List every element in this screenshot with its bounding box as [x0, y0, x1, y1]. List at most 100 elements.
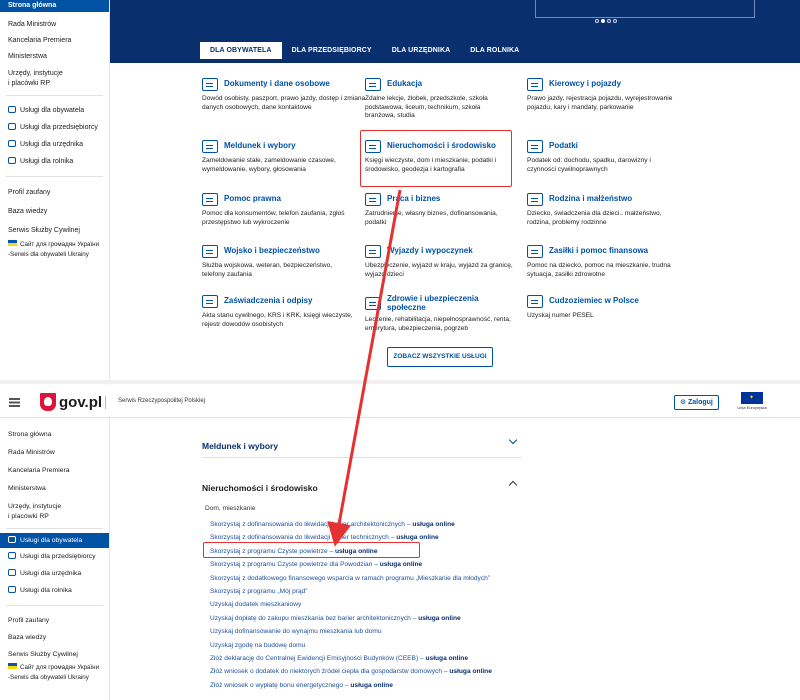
sidebar-item-ukraine-pl[interactable]: -Serwis dla obywateli Ukrainy — [0, 250, 109, 260]
sidebar-item-offices-2[interactable]: i placówki RP — [0, 79, 109, 89]
carousel-dots — [594, 10, 618, 28]
category-certificates[interactable]: Zaświadczenia i odpisy Akta stanu cywilne… — [202, 295, 362, 329]
service-link[interactable]: Skorzystaj z dofinansowania do likwidacj… — [210, 518, 530, 531]
service-link[interactable]: Złóż deklarację do Centralnej Ewidencji … — [210, 652, 530, 665]
category-family[interactable]: Rodzina i małżeństwo Dziecko, świadczenia… — [527, 193, 677, 227]
sidebar-item-official[interactable]: Usługi dla urzędnika — [0, 565, 109, 582]
sidebar-item-official[interactable]: Usługi dla urzędnika — [0, 136, 109, 153]
tractor-icon — [8, 586, 16, 593]
hero-slide-card — [535, 0, 755, 18]
sidebar-item-civil-service[interactable]: Serwis Służby Cywilnej — [0, 646, 109, 663]
sidebar-item-civil-service[interactable]: Serwis Służby Cywilnej — [0, 221, 109, 240]
sidebar-item-chancellery[interactable]: Kancelaria Premiera — [0, 462, 109, 480]
online-badge: usługa online — [425, 655, 469, 663]
shield-icon — [202, 245, 218, 258]
group-label-home: Dom, mieszkanie — [205, 505, 256, 512]
sidebar-item-trusted-profile[interactable]: Profil zaufany — [0, 612, 109, 629]
category-taxes[interactable]: Podatki Podatek od: dochodu, spadku, daro… — [527, 140, 677, 174]
category-foreigner[interactable]: Cudzoziemiec w Polsce Uzyskaj numer PESEL — [527, 295, 677, 321]
sidebar-item-offices-1[interactable]: Urzędy, instytucje — [0, 502, 109, 512]
building-icon — [8, 140, 16, 147]
scales-icon — [202, 193, 218, 206]
top-screenshot: Strona główna Rada Ministrów Kancelaria … — [0, 0, 800, 385]
rings-icon — [527, 193, 543, 206]
building-icon — [8, 569, 16, 576]
sidebar-divider — [6, 605, 103, 606]
carousel-dot-active[interactable] — [601, 19, 605, 23]
briefcase-icon — [8, 123, 16, 130]
service-link[interactable]: Złóż wniosek o dodatek do niektórych źró… — [210, 665, 530, 678]
accordion-real-estate[interactable]: Nieruchomości i środowisko — [202, 478, 522, 496]
online-badge: usługa online — [418, 614, 461, 622]
carousel-dot[interactable] — [613, 19, 617, 23]
sidebar-item-trusted-profile[interactable]: Profil zaufany — [0, 183, 109, 202]
graduation-cap-icon — [365, 78, 381, 91]
sidebar-item-home[interactable]: Strona główna — [0, 426, 109, 444]
tab-farmer[interactable]: DLA ROLNIKA — [460, 42, 529, 59]
sidebar-item-farmer[interactable]: Usługi dla rolnika — [0, 582, 109, 599]
carousel-dot[interactable] — [595, 19, 599, 23]
category-registration[interactable]: Meldunek i wybory Zameldowanie stałe, zam… — [202, 140, 362, 174]
tab-official[interactable]: DLA URZĘDNIKA — [382, 42, 461, 59]
sidebar-item-business[interactable]: Usługi dla przedsiębiorcy — [0, 119, 109, 136]
category-work[interactable]: Praca i biznes Zatrudnienie, własny bizne… — [365, 193, 515, 227]
category-travel[interactable]: Wyjazdy i wypoczynek Ubezpieczenie, wyjaz… — [365, 245, 515, 279]
sidebar-item-ukraine-pl[interactable]: -Serwis dla obywateli Ukrainy — [0, 673, 109, 683]
sidebar-item-ukraine[interactable]: Сайт для громадян України — [0, 663, 109, 673]
service-link[interactable]: Skorzystaj z dodatkowego finansowego wsp… — [210, 572, 530, 585]
eu-flag-icon — [741, 392, 763, 404]
tab-business[interactable]: DLA PRZEDSIĘBIORCY — [282, 42, 382, 59]
briefcase-icon — [8, 552, 16, 559]
sidebar-item-home[interactable]: Strona główna — [0, 0, 109, 12]
sidebar-item-business[interactable]: Usługi dla przedsiębiorcy — [0, 548, 109, 565]
sidebar-item-offices-1[interactable]: Urzędy, instytucje — [0, 69, 109, 79]
sidebar-divider — [6, 176, 103, 177]
online-badge: usługa online — [396, 534, 439, 542]
accordion-title: Meldunek i wybory — [202, 441, 279, 451]
service-link[interactable]: Skorzystaj z programu Czyste powietrze d… — [210, 558, 530, 571]
user-icon — [8, 106, 16, 113]
service-link[interactable]: Uzyskaj dofinansowanie do wynajmu mieszk… — [210, 625, 530, 638]
service-link[interactable]: Uzyskaj zgodę na budowę domu — [210, 639, 530, 652]
service-link[interactable]: Złóż wniosek o wypłatę bonu energetyczne… — [210, 679, 530, 692]
sidebar-item-ministries[interactable]: Ministerstwa — [0, 49, 109, 65]
category-benefits[interactable]: Zasiłki i pomoc finansowa Pomoc na dzieck… — [527, 245, 677, 279]
category-legal-aid[interactable]: Pomoc prawna Pomoc dla konsumentów, telef… — [202, 193, 362, 227]
online-badge: usługa online — [350, 681, 393, 689]
sidebar-item-offices-2[interactable]: i placówki RP — [0, 512, 109, 522]
sidebar-item-citizen-active[interactable]: Usługi dla obywatela — [0, 533, 109, 548]
site-logo[interactable]: gov.pl — [59, 394, 102, 411]
category-health[interactable]: Zdrowie i ubezpieczenia społeczne Leczeni… — [365, 294, 515, 333]
sidebar-item-knowledge-base[interactable]: Baza wiedzy — [0, 202, 109, 221]
sidebar-divider — [6, 528, 103, 529]
suitcase-icon — [365, 245, 381, 258]
sidebar-item-ukraine[interactable]: Сайт для громадян України — [0, 240, 109, 250]
ballot-icon — [202, 140, 218, 153]
tab-citizen[interactable]: DLA OBYWATELA — [200, 42, 282, 59]
service-link[interactable]: Uzyskaj dopłatę do zakupu mieszkania bez… — [210, 612, 530, 625]
category-documents[interactable]: Dokumenty i dane osobowe Dowód osobisty, … — [202, 78, 377, 112]
sidebar-item-knowledge-base[interactable]: Baza wiedzy — [0, 629, 109, 646]
menu-icon[interactable] — [9, 398, 20, 400]
separator-dash: – — [418, 655, 426, 663]
chevron-down-icon — [508, 435, 518, 445]
category-education[interactable]: Edukacja Zdalne lekcje, żłobek, przedszko… — [365, 78, 505, 121]
service-link[interactable]: Uzyskaj dodatek mieszkaniowy — [210, 598, 530, 611]
carousel-dot[interactable] — [607, 19, 611, 23]
sidebar-item-council[interactable]: Rada Ministrów — [0, 17, 109, 33]
certificate-icon — [202, 295, 218, 308]
sidebar-item-citizen[interactable]: Usługi dla obywatela — [0, 102, 109, 119]
car-icon — [527, 78, 543, 91]
category-drivers[interactable]: Kierowcy i pojazdy Prawo jazdy, rejestrac… — [527, 78, 677, 112]
see-all-services-button[interactable]: ZOBACZ WSZYSTKIE USŁUGI — [387, 347, 493, 367]
sidebar-item-chancellery[interactable]: Kancelaria Premiera — [0, 33, 109, 49]
sidebar-item-ministries[interactable]: Ministerstwa — [0, 480, 109, 498]
site-header: gov.pl Serwis Rzeczypospolitej Polskiej … — [0, 386, 800, 418]
sidebar-item-council[interactable]: Rada Ministrów — [0, 444, 109, 462]
accordion-registration[interactable]: Meldunek i wybory — [202, 435, 522, 454]
login-button[interactable]: ⊙ Zaloguj — [674, 395, 719, 410]
logo-divider — [105, 396, 106, 409]
sidebar-item-farmer[interactable]: Usługi dla rolnika — [0, 153, 109, 170]
service-link[interactable]: Skorzystaj z programu „Mój prąd” — [210, 585, 530, 598]
category-military[interactable]: Wojsko i bezpieczeństwo Służba wojskowa, … — [202, 245, 352, 279]
